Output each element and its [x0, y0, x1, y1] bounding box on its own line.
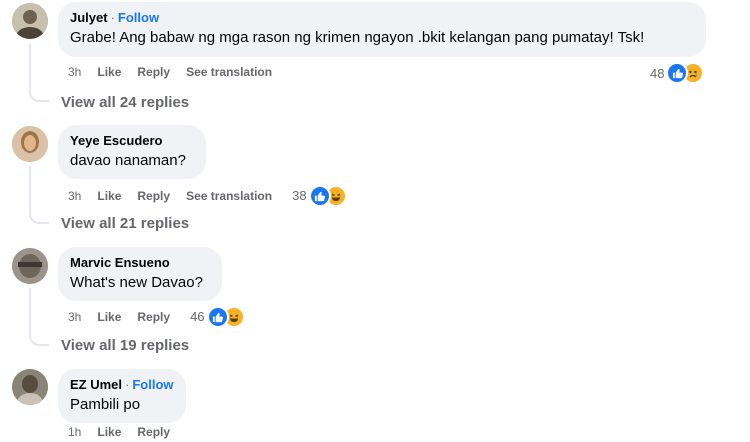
like-button[interactable]: Like — [97, 309, 121, 325]
like-icon — [206, 306, 229, 328]
avatar[interactable] — [12, 126, 48, 162]
comment-bubble: Marvic Ensueno What's new Davao? — [58, 247, 222, 301]
reaction-summary[interactable]: 46 — [190, 306, 245, 328]
see-translation-button[interactable]: See translation — [186, 188, 272, 204]
separator-dot: · — [125, 377, 130, 392]
reaction-count: 46 — [190, 309, 205, 324]
comment-actions: 3h Like Reply See translation — [68, 64, 288, 80]
comment-bubble: Yeye Escudero davao nanaman? — [58, 125, 206, 179]
view-replies-link[interactable]: View all 21 replies — [61, 214, 189, 234]
reply-button[interactable]: Reply — [137, 424, 170, 440]
author-name[interactable]: Yeye Escudero — [70, 133, 163, 148]
thread-connector — [29, 166, 49, 224]
comment-text: What's new Davao? — [70, 274, 203, 291]
reaction-count: 48 — [650, 65, 665, 81]
comment-actions: 3h Like Reply See translation 38 — [68, 185, 347, 207]
view-replies-link[interactable]: View all 19 replies — [61, 336, 189, 356]
reaction-summary[interactable]: 38 — [292, 185, 347, 207]
avatar[interactable] — [12, 369, 48, 405]
timestamp[interactable]: 3h — [68, 188, 81, 204]
reply-button[interactable]: Reply — [137, 64, 170, 80]
thread-connector — [29, 44, 49, 102]
like-button[interactable]: Like — [97, 188, 121, 204]
author-name[interactable]: EZ Umel — [70, 377, 122, 392]
timestamp[interactable]: 3h — [68, 64, 81, 80]
view-replies-link[interactable]: View all 24 replies — [61, 93, 189, 113]
comment-bubble: EZ Umel · Follow Pambili po — [58, 369, 186, 423]
reply-button[interactable]: Reply — [137, 188, 170, 204]
reaction-summary[interactable]: 48 — [650, 62, 705, 84]
author-name[interactable]: Julyet — [70, 10, 108, 25]
avatar[interactable] — [12, 248, 48, 284]
see-translation-button[interactable]: See translation — [186, 64, 272, 80]
like-icon — [308, 185, 331, 207]
author-name[interactable]: Marvic Ensueno — [70, 255, 170, 270]
comment-text: Grabe! Ang babaw ng mga rason ng krimen … — [70, 29, 645, 46]
follow-button[interactable]: Follow — [132, 377, 173, 392]
like-button[interactable]: Like — [97, 64, 121, 80]
reply-button[interactable]: Reply — [137, 309, 170, 325]
comment-bubble: Julyet · Follow Grabe! Ang babaw ng mga ra… — [58, 2, 706, 57]
avatar[interactable] — [12, 3, 48, 39]
comment-text: Pambili po — [70, 396, 141, 413]
comment-text: davao nanaman? — [70, 152, 186, 169]
reaction-count: 38 — [292, 188, 307, 203]
follow-button[interactable]: Follow — [118, 10, 159, 25]
timestamp[interactable]: 1h — [68, 424, 81, 440]
comment-actions: 3h Like Reply 46 — [68, 306, 245, 328]
separator-dot: · — [110, 10, 115, 25]
like-button[interactable]: Like — [97, 424, 121, 440]
thread-connector — [29, 288, 49, 346]
comment-actions: 1h Like Reply — [68, 424, 186, 440]
timestamp[interactable]: 3h — [68, 309, 81, 325]
